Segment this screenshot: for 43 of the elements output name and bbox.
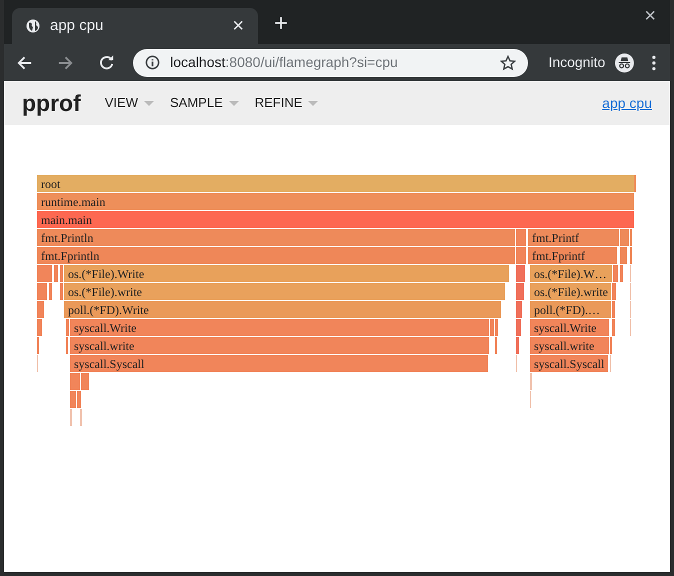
flame-frame[interactable]: syscall.Syscall bbox=[70, 355, 488, 372]
app-logo: pprof bbox=[22, 88, 81, 118]
info-icon[interactable] bbox=[145, 55, 160, 70]
flame-frame[interactable]: fmt.Fprintf bbox=[528, 247, 617, 264]
caret-icon bbox=[228, 100, 239, 106]
star-icon[interactable] bbox=[500, 54, 516, 70]
flame-frame[interactable]: os.(*File).write bbox=[530, 283, 611, 300]
browser-tab[interactable]: app cpu × bbox=[12, 8, 258, 44]
flame-frame[interactable]: syscall.write bbox=[70, 337, 489, 354]
flame-frame[interactable]: main.main bbox=[37, 211, 634, 228]
flame-frame[interactable]: fmt.Printf bbox=[528, 229, 619, 246]
flame-frame[interactable]: syscall.Write bbox=[530, 319, 609, 336]
close-window-button[interactable]: × bbox=[644, 6, 656, 26]
back-icon[interactable] bbox=[16, 54, 34, 72]
reload-icon[interactable] bbox=[98, 54, 116, 72]
menu-button[interactable]: SAMPLE bbox=[170, 93, 239, 113]
incognito-label: Incognito bbox=[548, 53, 606, 72]
flame-frame[interactable]: fmt.Fprintln bbox=[37, 247, 515, 264]
new-tab-button[interactable]: + bbox=[274, 12, 288, 36]
flame-frame[interactable]: syscall.Write bbox=[70, 319, 489, 336]
tab-title: app cpu bbox=[50, 16, 104, 36]
flame-frame[interactable]: runtime.main bbox=[37, 193, 634, 210]
caret-icon bbox=[144, 100, 154, 106]
flame-frame[interactable]: poll.(*FD).… bbox=[530, 301, 611, 318]
forward-icon[interactable] bbox=[57, 54, 74, 72]
close-tab-button[interactable]: × bbox=[232, 16, 244, 36]
flame-frame[interactable]: os.(*File).write bbox=[64, 283, 505, 300]
profile-link[interactable]: app cpu bbox=[602, 92, 652, 114]
flame-frame[interactable]: root bbox=[37, 175, 636, 192]
flame-frame[interactable]: poll.(*FD).Write bbox=[64, 301, 501, 318]
menu-button[interactable]: REFINE bbox=[254, 93, 318, 113]
url-text: localhost:8080/ui/flamegraph?si=cpu bbox=[170, 53, 399, 72]
menu-icon[interactable] bbox=[652, 54, 656, 70]
flame-frame[interactable]: os.(*File).Write bbox=[64, 265, 509, 282]
incognito-icon[interactable] bbox=[615, 52, 634, 72]
flame-frame[interactable]: fmt.Println bbox=[37, 229, 515, 246]
globe-icon bbox=[26, 19, 40, 33]
address-bar[interactable]: localhost:8080/ui/flamegraph?si=cpu bbox=[133, 48, 528, 76]
flame-frame[interactable]: syscall.write bbox=[530, 337, 609, 354]
flame-frame[interactable]: os.(*File).W… bbox=[530, 265, 612, 282]
flame-frame[interactable]: syscall.Syscall bbox=[530, 355, 608, 372]
caret-icon bbox=[308, 100, 318, 106]
menu-button[interactable]: VIEW bbox=[104, 93, 154, 113]
